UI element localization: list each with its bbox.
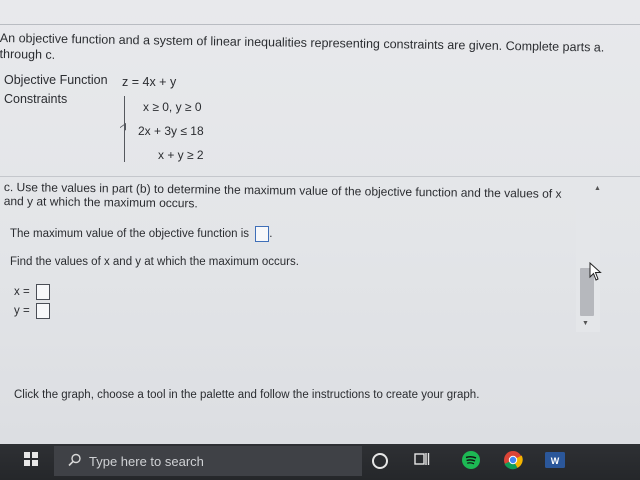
- browser-content: An objective function and a system of li…: [0, 0, 640, 444]
- constraint-2: 2x + 3y ≤ 18: [138, 124, 204, 138]
- constraint-3: x + y ≥ 2: [158, 148, 204, 162]
- x-answer-row: x =: [14, 284, 50, 300]
- part-c-prompt: c. Use the values in part (b) to determi…: [3, 180, 562, 211]
- mouse-cursor-icon: [589, 262, 602, 281]
- y-label: y =: [14, 305, 30, 318]
- constraints-label: Constraints: [4, 92, 68, 106]
- chrome-icon[interactable]: [503, 450, 523, 470]
- taskbar-search-placeholder: Type here to search: [89, 454, 204, 469]
- svg-text:W: W: [551, 456, 560, 466]
- windows-start-icon[interactable]: [24, 452, 38, 466]
- divider: [0, 176, 640, 177]
- max-value-input[interactable]: [255, 226, 270, 242]
- divider: [0, 24, 640, 25]
- x-label: x =: [14, 286, 30, 299]
- search-icon: [68, 453, 81, 467]
- y-input[interactable]: [35, 303, 50, 319]
- max-value-row: The maximum value of the objective funct…: [10, 226, 272, 242]
- y-answer-row: y =: [14, 303, 50, 319]
- word-icon[interactable]: W: [544, 450, 566, 470]
- scroll-up-arrow-icon[interactable]: ▲: [594, 185, 601, 192]
- task-view-icon[interactable]: [414, 450, 430, 468]
- scroll-down-arrow-icon[interactable]: ▼: [582, 320, 589, 327]
- max-value-suffix: .: [269, 228, 273, 241]
- find-xy-label: Find the values of x and y at which the …: [10, 256, 299, 268]
- cortana-icon[interactable]: [372, 453, 388, 469]
- problem-intro: An objective function and a system of li…: [0, 30, 605, 62]
- objective-expression: z = 4x + y: [122, 75, 177, 89]
- constraints-brace: [124, 96, 131, 162]
- max-value-label: The maximum value of the objective funct…: [10, 228, 250, 241]
- x-input[interactable]: [35, 284, 50, 300]
- constraint-1: x ≥ 0, y ≥ 0: [143, 100, 202, 114]
- spotify-icon[interactable]: [461, 450, 481, 470]
- graph-instructions: Click the graph, choose a tool in the pa…: [14, 389, 480, 401]
- objective-label: Objective Function: [4, 73, 108, 87]
